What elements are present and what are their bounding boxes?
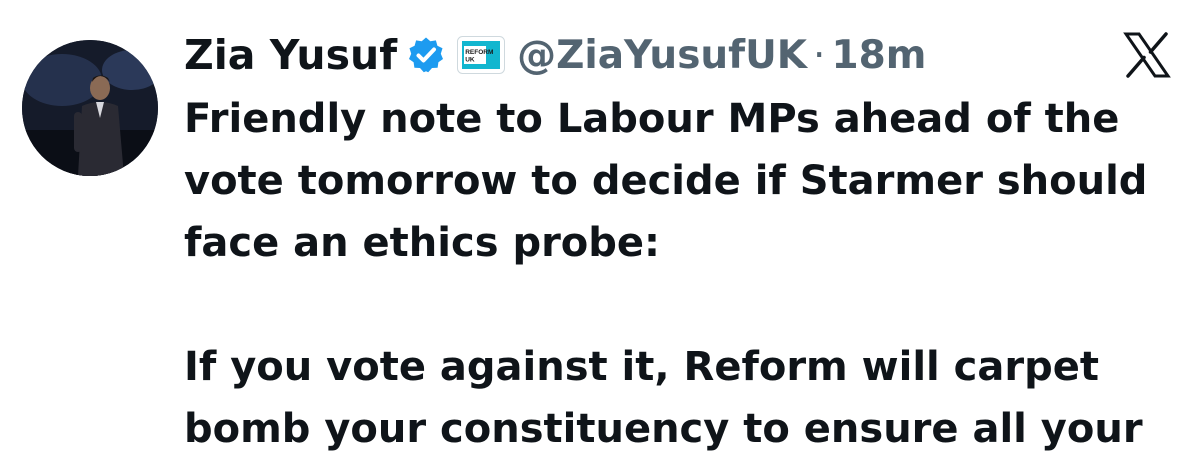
avatar-image bbox=[22, 40, 158, 176]
verified-badge-icon bbox=[407, 36, 445, 74]
tweet-paragraph: If you vote against it, Reform will carp… bbox=[184, 344, 1143, 452]
reform-uk-logo-icon[interactable]: REFORM UK bbox=[457, 36, 506, 74]
tweet[interactable]: Zia Yusuf REFORM UK @ZiaYusufUK · 18m Fr… bbox=[0, 0, 1200, 452]
tweet-paragraph: Friendly note to Labour MPs ahead of the… bbox=[184, 96, 1148, 266]
reform-logo-text-top: REFORM bbox=[465, 49, 493, 56]
tweet-header: Zia Yusuf REFORM UK @ZiaYusufUK · 18m bbox=[184, 20, 926, 90]
timestamp[interactable]: 18m bbox=[831, 33, 926, 78]
display-name[interactable]: Zia Yusuf bbox=[184, 31, 397, 79]
reform-logo-text-bottom: UK bbox=[465, 57, 475, 64]
avatar[interactable] bbox=[22, 40, 158, 176]
x-logo-icon[interactable] bbox=[1122, 30, 1172, 80]
handle[interactable]: @ZiaYusufUK bbox=[517, 33, 807, 78]
tweet-text: Friendly note to Labour MPs ahead of the… bbox=[184, 88, 1174, 460]
separator-dot: · bbox=[813, 32, 826, 78]
